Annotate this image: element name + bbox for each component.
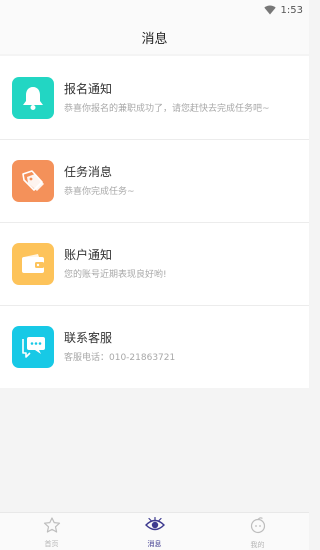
message-title: 任务消息 — [64, 164, 113, 179]
tags-icon — [12, 159, 54, 202]
eye-icon — [144, 516, 165, 537]
profile-face-icon — [249, 516, 267, 538]
wallet-icon — [12, 242, 54, 285]
message-title: 联系客服 — [64, 330, 113, 345]
tab-label: 首页 — [44, 539, 59, 548]
message-item-account[interactable]: 账户通知 您的账号近期表现良好哟! — [0, 222, 309, 305]
star-home-icon — [43, 516, 61, 537]
message-desc: 您的账号近期表现良好哟! — [64, 269, 167, 280]
chat-bubbles-icon — [12, 325, 54, 368]
message-desc: 恭喜你完成任务~ — [64, 186, 135, 197]
tab-home[interactable]: 首页 — [0, 513, 103, 550]
bottom-tab-bar: 首页 消息 我的 — [0, 512, 309, 550]
message-desc: 恭喜你报名的兼职成功了，请您赶快去完成任务吧~ — [64, 103, 270, 114]
tab-profile[interactable]: 我的 — [206, 513, 309, 550]
bell-icon — [12, 76, 54, 119]
message-list: 报名通知 恭喜你报名的兼职成功了，请您赶快去完成任务吧~ 任务消息 恭喜你完成任… — [0, 56, 309, 388]
status-time: 1:53 — [280, 4, 303, 16]
message-title: 账户通知 — [64, 247, 113, 262]
tab-label: 消息 — [147, 539, 162, 548]
message-item-signup[interactable]: 报名通知 恭喜你报名的兼职成功了，请您赶快去完成任务吧~ — [0, 56, 309, 139]
page-header: 消息 — [0, 20, 309, 54]
status-bar: 1:53 — [0, 0, 309, 20]
page-title: 消息 — [141, 31, 168, 47]
wifi-icon — [263, 5, 276, 15]
tab-messages[interactable]: 消息 — [103, 513, 206, 550]
message-desc: 客服电话：010-21863721 — [64, 352, 176, 363]
message-title: 报名通知 — [64, 81, 113, 96]
tab-label: 我的 — [250, 540, 265, 549]
message-item-support[interactable]: 联系客服 客服电话：010-21863721 — [0, 305, 309, 388]
message-item-task[interactable]: 任务消息 恭喜你完成任务~ — [0, 139, 309, 222]
